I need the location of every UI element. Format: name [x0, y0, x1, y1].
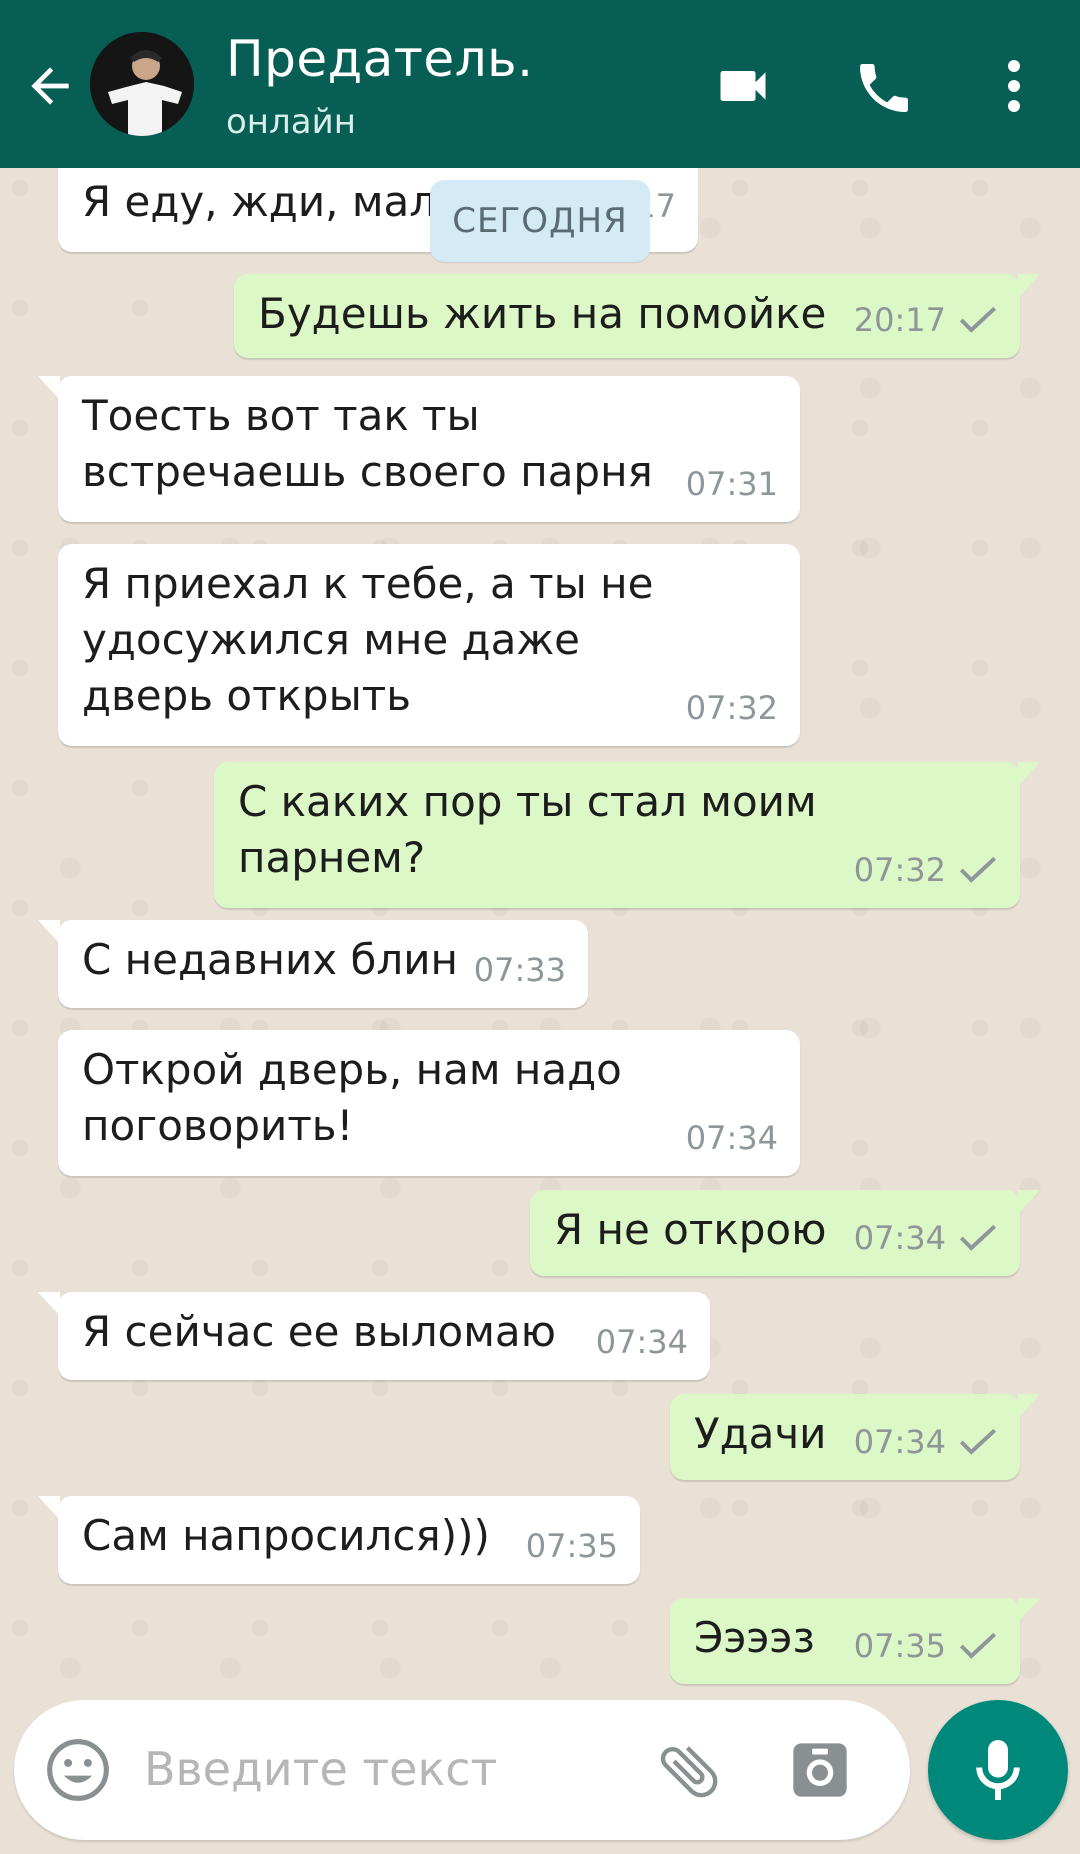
message-incoming[interactable]: Я приехал к тебе, а ты не удосужился мне… [58, 544, 800, 746]
avatar[interactable] [90, 32, 194, 136]
message-time: 07:31 [685, 465, 778, 503]
read-check-icon [959, 306, 997, 333]
message-composer: Введите текст [14, 1700, 910, 1840]
date-separator: СЕГОДНЯ [430, 180, 650, 262]
message-outgoing[interactable]: С каких пор ты стал моим парнем? 07:32 [214, 762, 1040, 908]
video-call-icon[interactable] [708, 56, 778, 116]
message-time: 07:35 [853, 1627, 946, 1665]
message-meta: 07:35 [526, 1518, 618, 1574]
message-meta: 07:33 [474, 942, 566, 998]
microphone-icon [976, 1740, 1020, 1800]
message-meta: 07:34 [854, 1414, 998, 1470]
phone-icon[interactable] [852, 56, 922, 116]
message-outgoing[interactable]: Удачи 07:34 [670, 1394, 1040, 1480]
message-meta: 07:34 [854, 1210, 998, 1266]
more-options-icon[interactable] [1000, 56, 1028, 116]
message-outgoing[interactable]: Ээээз 07:35 [670, 1598, 1040, 1684]
read-check-icon [959, 1224, 997, 1251]
read-check-icon [959, 856, 997, 883]
message-time: 07:34 [685, 1119, 778, 1157]
message-time: 07:33 [473, 951, 566, 989]
read-check-icon [959, 1428, 997, 1455]
message-time: 07:32 [853, 851, 946, 889]
message-meta: 07:31 [686, 456, 778, 512]
message-meta: 20:17 [854, 292, 998, 348]
message-time: 07:35 [525, 1527, 618, 1565]
back-arrow-icon[interactable] [22, 58, 78, 114]
message-incoming[interactable]: Открой дверь, нам надо поговорить! 07:34 [58, 1030, 800, 1176]
message-meta: 07:35 [854, 1618, 998, 1674]
message-meta: 07:32 [854, 842, 998, 898]
message-outgoing[interactable]: Я не открою 07:34 [530, 1190, 1040, 1276]
message-outgoing[interactable]: Будешь жить на помойке 20:17 [234, 274, 1040, 358]
contact-status: онлайн [226, 102, 356, 142]
message-text: Тоесть вот так ты встречаешь своего парн… [82, 391, 653, 496]
message-meta: 07:34 [596, 1314, 688, 1370]
message-meta: 07:32 [686, 680, 778, 736]
contact-name[interactable]: Предатель. [226, 30, 534, 88]
message-incoming[interactable]: Я сейчас ее выломаю 07:34 [38, 1292, 710, 1380]
message-time: 07:34 [853, 1423, 946, 1461]
message-time: 07:34 [853, 1219, 946, 1257]
message-incoming[interactable]: С недавних блин 07:33 [38, 920, 588, 1008]
emoji-icon[interactable] [44, 1736, 112, 1804]
message-incoming[interactable]: Сам напросился))) 07:35 [38, 1496, 640, 1584]
message-time: 20:17 [853, 301, 946, 339]
message-text: Я приехал к тебе, а ты не удосужился мне… [82, 559, 654, 720]
attach-icon[interactable] [654, 1736, 724, 1806]
message-incoming[interactable]: Тоесть вот так ты встречаешь своего парн… [38, 376, 800, 522]
message-meta: 07:34 [686, 1110, 778, 1166]
chat-header: Предатель. онлайн [0, 0, 1080, 168]
read-check-icon [959, 1632, 997, 1659]
camera-icon[interactable] [788, 1738, 852, 1802]
microphone-button[interactable] [928, 1700, 1068, 1840]
message-input[interactable]: Введите текст [144, 1742, 497, 1796]
message-text: Открой дверь, нам надо поговорить! [82, 1045, 622, 1150]
message-time: 07:32 [685, 689, 778, 727]
chat-area[interactable]: Я еду, жди, малыш 20:17 СЕГОДНЯ Будешь ж… [0, 168, 1080, 1688]
message-time: 07:34 [595, 1323, 688, 1361]
